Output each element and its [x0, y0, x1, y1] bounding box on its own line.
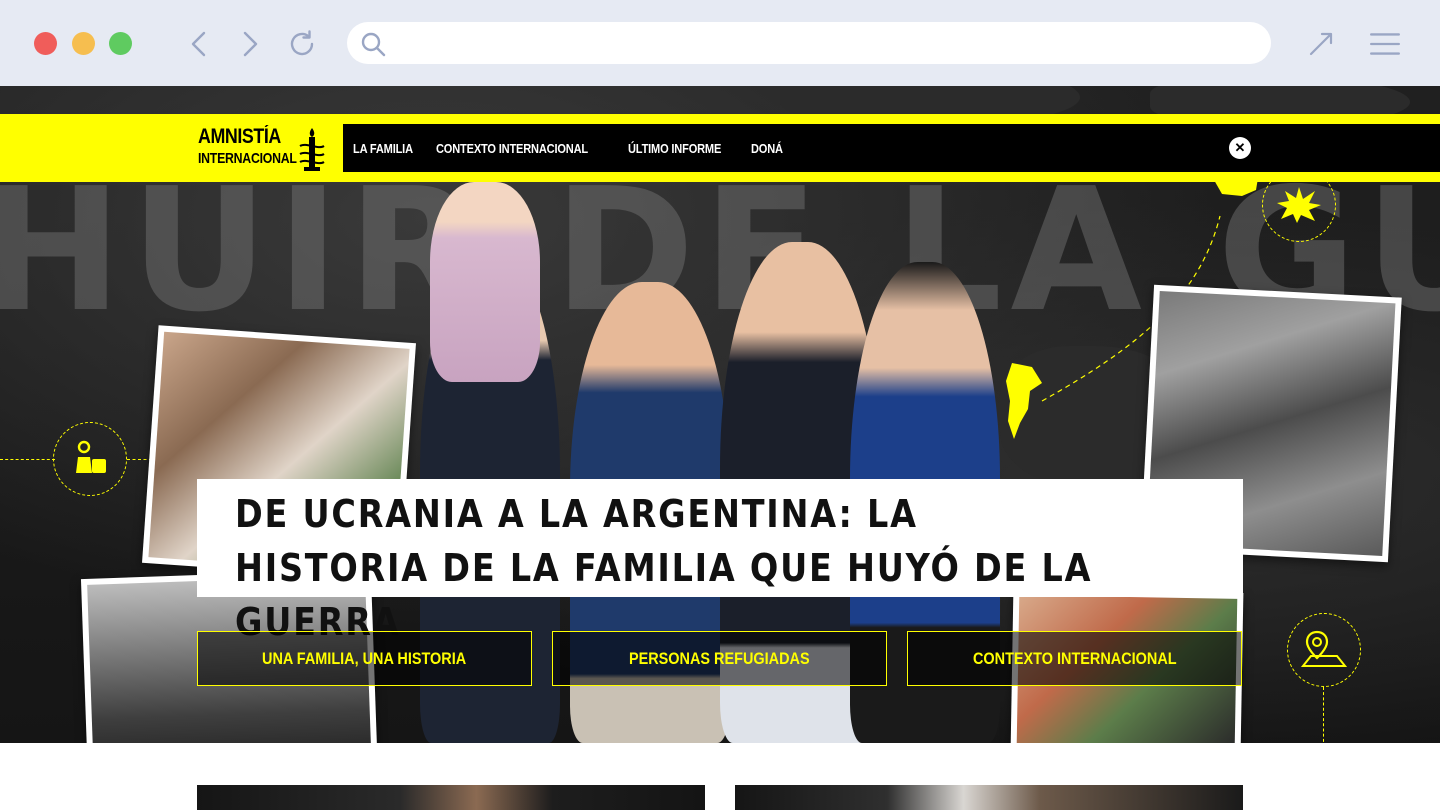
back-icon [191, 31, 206, 57]
refugee-icon-badge [53, 422, 127, 496]
hero-section: HUIR DE LA GUERRA [0, 86, 1440, 743]
reload-button[interactable] [282, 24, 322, 64]
search-icon [361, 32, 386, 57]
browser-chrome [0, 0, 1440, 86]
nav-dona[interactable]: DONÁ [751, 141, 783, 156]
button-label: CONTEXTO INTERNACIONAL [972, 648, 1177, 668]
candle-barbed-wire-icon [299, 128, 325, 171]
amnesty-logo[interactable]: AMNISTÍA INTERNACIONAL [198, 126, 338, 172]
nav-la-familia[interactable]: LA FAMILIA [353, 141, 413, 156]
button-personas-refugiadas[interactable]: PERSONAS REFUGIADAS [552, 631, 887, 686]
window-maximize-dot[interactable] [109, 32, 132, 55]
dashed-path [0, 459, 55, 460]
person-luggage-icon [76, 440, 106, 473]
content-card[interactable] [197, 785, 705, 810]
map-pin-icon [1301, 630, 1347, 667]
forward-icon [243, 31, 258, 57]
window-close-dot[interactable] [34, 32, 57, 55]
main-nav: LA FAMILIA CONTEXTO INTERNACIONAL ÚLTIMO… [343, 124, 1440, 172]
button-contexto-internacional[interactable]: CONTEXTO INTERNACIONAL [907, 631, 1242, 686]
forward-button[interactable] [229, 24, 269, 64]
nav-ultimo-informe[interactable]: ÚLTIMO INFORME [628, 141, 721, 156]
expand-icon [1309, 32, 1333, 56]
back-button[interactable] [180, 24, 220, 64]
button-label: PERSONAS REFUGIADAS [629, 648, 810, 668]
dashed-path [1323, 687, 1324, 743]
logo-line-2: INTERNACIONAL [198, 150, 297, 167]
window-minimize-dot[interactable] [72, 32, 95, 55]
hero-headline: De Ucrania a la Argentina: la historia d… [235, 492, 1093, 644]
menu-icon [1370, 33, 1400, 55]
browser-menu-button[interactable] [1365, 24, 1405, 64]
map-pin-icon-badge [1287, 613, 1361, 687]
explosion-icon [1277, 187, 1321, 223]
address-bar[interactable] [347, 22, 1271, 64]
button-una-familia[interactable]: UNA FAMILIA, UNA HISTORIA [197, 631, 532, 686]
logo-line-1: AMNISTÍA [198, 125, 281, 148]
reload-icon [290, 30, 314, 56]
headline-box: De Ucrania a la Argentina: la historia d… [197, 479, 1243, 644]
content-card[interactable] [735, 785, 1243, 810]
expand-button[interactable] [1301, 24, 1341, 64]
button-label: UNA FAMILIA, UNA HISTORIA [262, 648, 467, 668]
page: HUIR DE LA GUERRA [0, 86, 1440, 810]
site-header: AMNISTÍA INTERNACIONAL LA FAMILIA CONTEX… [0, 114, 1440, 182]
nav-contexto-internacional[interactable]: CONTEXTO INTERNACIONAL [436, 141, 588, 156]
close-icon[interactable]: ✕ [1229, 137, 1251, 159]
url-input[interactable] [399, 28, 1249, 58]
